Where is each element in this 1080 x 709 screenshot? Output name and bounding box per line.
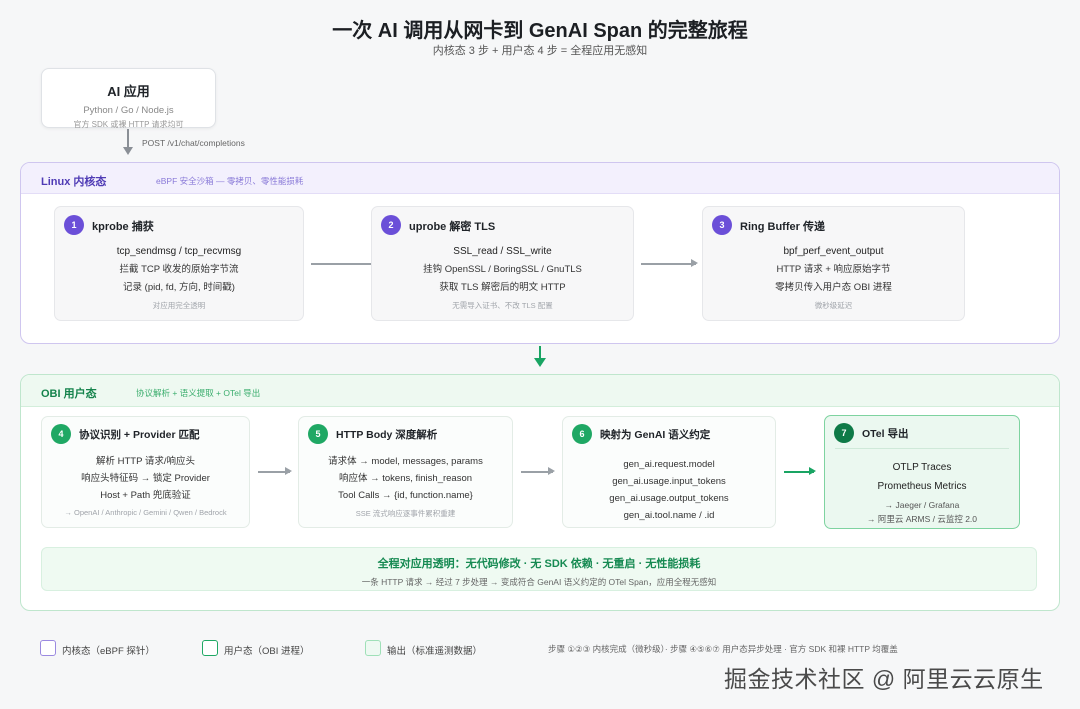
legend-user-label: 用户态（OBI 进程） <box>224 646 310 657</box>
user-panel-header: OBI 用户态 协议解析 + 语义提取 + OTel 导出 <box>21 375 1059 407</box>
watermark-text: 掘金技术社区 @ 阿里云云原生 <box>724 666 1044 692</box>
step-5-to-6-arrow <box>521 468 555 474</box>
step-5-line-3: Tool Calls → {id, function.name} <box>338 490 473 501</box>
step-2-to-3-arrow <box>641 260 698 266</box>
step-5-card: 5 HTTP Body 深度解析 请求体 → model, messages, … <box>298 416 513 528</box>
legend-user-swatch <box>202 640 218 656</box>
step-1-title: kprobe 捕获 <box>92 221 154 233</box>
request-label: POST /v1/chat/completions <box>142 138 245 148</box>
legend-note: 步骤 ①②③ 内核完成（微秒级）· 步骤 ④⑤⑥⑦ 用户态异步处理 · 官方 S… <box>548 644 898 654</box>
step-2-title: uprobe 解密 TLS <box>409 221 496 233</box>
step-7-card: 7 OTel 导出 OTLP Traces Prometheus Metrics… <box>824 415 1020 529</box>
step-5-title: HTTP Body 深度解析 <box>336 429 438 441</box>
step-7-target-2: → 阿里云 ARMS / 云监控 2.0 <box>866 514 978 524</box>
step-5-badge: 5 <box>308 424 328 444</box>
step-3-title: Ring Buffer 传递 <box>740 221 825 233</box>
step-4-to-5-arrow <box>258 468 292 474</box>
page-title: 一次 AI 调用从网卡到 GenAI Span 的完整旅程 <box>332 20 748 42</box>
step-7-badge: 7 <box>834 423 854 443</box>
banner-main-text: 全程对应用透明：无代码修改 · 无 SDK 依赖 · 无重启 · 无性能损耗 <box>377 558 701 570</box>
user-panel-note: 协议解析 + 语义提取 + OTel 导出 <box>136 388 261 398</box>
step-7-output-1: OTLP Traces <box>892 462 952 473</box>
step-7-title: OTel 导出 <box>862 428 909 440</box>
step-1-line-1: tcp_sendmsg / tcp_recvmsg <box>116 246 242 257</box>
step-3-line-3: 零拷贝传入用户态 OBI 进程 <box>775 282 892 293</box>
step-6-badge: 6 <box>572 424 592 444</box>
page-subtitle: 内核态 3 步 + 用户态 4 步 = 全程应用无感知 <box>432 45 648 57</box>
step-6-line-4: gen_ai.tool.name / .id <box>623 510 715 521</box>
legend-output-label: 输出（标准遥测数据） <box>387 646 483 657</box>
banner-sub-text: 一条 HTTP 请求 → 经过 7 步处理 → 变成符合 GenAI 语义约定的… <box>361 577 717 587</box>
step-4-line-2: 响应头特征码 → 锁定 Provider <box>81 473 210 484</box>
step-6-to-7-arrow <box>784 468 816 474</box>
step-4-title: 协议识别 + Provider 匹配 <box>79 429 200 441</box>
step-6-line-3: gen_ai.usage.output_tokens <box>609 493 729 504</box>
step-1-card: 1 kprobe 捕获 tcp_sendmsg / tcp_recvmsg 拦截… <box>54 206 304 321</box>
step-7-output-2: Prometheus Metrics <box>877 481 967 492</box>
step-4-foot: → OpenAI / Anthropic / Gemini / Qwen / B… <box>64 508 227 517</box>
legend-kernel-label: 内核态（eBPF 探针） <box>62 646 155 657</box>
step-3-card: 3 Ring Buffer 传递 bpf_perf_event_output H… <box>702 206 965 321</box>
step-5-line-1: 请求体 → model, messages, params <box>328 456 483 467</box>
step-7-divider <box>835 448 1009 449</box>
step-2-foot: 无需导入证书、不改 TLS 配置 <box>452 301 553 310</box>
step-1-badge: 1 <box>64 215 84 235</box>
step-4-card: 4 协议识别 + Provider 匹配 解析 HTTP 请求/响应头 响应头特… <box>41 416 250 528</box>
step-2-badge: 2 <box>381 215 401 235</box>
kernel-panel-header: Linux 内核态 eBPF 安全沙箱 — 零拷贝、零性能损耗 <box>21 163 1059 194</box>
step-6-line-1: gen_ai.request.model <box>623 459 715 470</box>
step-3-line-2: HTTP 请求 + 响应原始字节 <box>776 264 891 275</box>
kernel-to-user-arrowhead <box>534 358 546 367</box>
step-2-card: 2 uprobe 解密 TLS SSL_read / SSL_write 挂钩 … <box>371 206 634 321</box>
step-3-badge: 3 <box>712 215 732 235</box>
app-to-kernel-arrow <box>127 129 129 149</box>
step-1-line-2: 拦截 TCP 收发的原始字节流 <box>119 264 239 275</box>
ai-app-node: AI 应用 Python / Go / Node.js 官方 SDK 或裸 HT… <box>41 68 216 129</box>
step-2-line-2: 挂钩 OpenSSL / BoringSSL / GnuTLS <box>423 264 582 275</box>
step-5-line-2: 响应体 → tokens, finish_reason <box>338 473 473 484</box>
step-4-line-1: 解析 HTTP 请求/响应头 <box>95 456 196 467</box>
ai-app-title: AI 应用 <box>107 84 150 99</box>
step-2-line-1: SSL_read / SSL_write <box>453 246 552 257</box>
step-1-line-3: 记录 (pid, fd, 方向, 时间戳) <box>123 282 235 293</box>
step-6-card: 6 映射为 GenAI 语义约定 gen_ai.request.model ge… <box>562 416 776 528</box>
step-4-badge: 4 <box>51 424 71 444</box>
user-panel-title: OBI 用户态 <box>41 388 97 400</box>
step-5-foot: SSE 流式响应逐事件累积重建 <box>355 509 456 518</box>
legend-kernel-swatch <box>40 640 56 656</box>
transparency-banner: 全程对应用透明：无代码修改 · 无 SDK 依赖 · 无重启 · 无性能损耗 一… <box>41 547 1037 591</box>
kernel-panel: Linux 内核态 eBPF 安全沙箱 — 零拷贝、零性能损耗 1 kprobe… <box>20 162 1060 344</box>
kernel-panel-note: eBPF 安全沙箱 — 零拷贝、零性能损耗 <box>156 176 304 186</box>
step-4-line-3: Host + Path 兜底验证 <box>100 490 191 501</box>
step-1-foot: 对应用完全透明 <box>152 301 206 310</box>
step-3-line-1: bpf_perf_event_output <box>783 246 884 257</box>
step-7-target-1: → Jaeger / Grafana <box>884 500 960 510</box>
legend-output-swatch <box>365 640 381 656</box>
ai-app-langs: Python / Go / Node.js <box>83 105 174 116</box>
app-to-kernel-arrowhead <box>123 147 133 155</box>
kernel-panel-title: Linux 内核态 <box>41 176 107 188</box>
user-panel: OBI 用户态 协议解析 + 语义提取 + OTel 导出 4 协议识别 + P… <box>20 374 1060 611</box>
step-2-line-3: 获取 TLS 解密后的明文 HTTP <box>439 282 566 293</box>
step-3-foot: 微秒级延迟 <box>814 301 853 310</box>
step-6-line-2: gen_ai.usage.input_tokens <box>612 476 726 487</box>
step-6-title: 映射为 GenAI 语义约定 <box>600 429 711 441</box>
